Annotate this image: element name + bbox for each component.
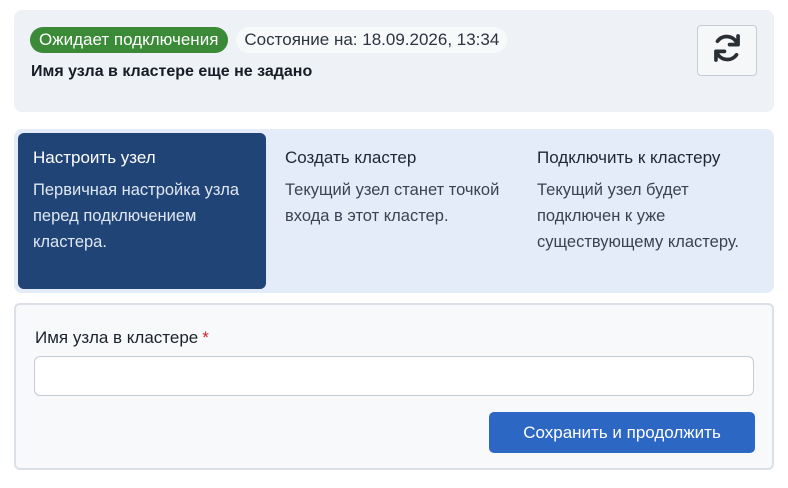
step-title: Настроить узел xyxy=(33,148,156,167)
step-join-cluster[interactable]: Подключить к кластеру Текущий узел будет… xyxy=(522,133,770,289)
status-row: Ожидает подключения Состояние на: 18.09.… xyxy=(30,27,508,53)
status-panel: Ожидает подключения Состояние на: 18.09.… xyxy=(14,10,774,112)
step-description: Текущий узел будет подключен к уже сущес… xyxy=(537,181,740,251)
required-mark: * xyxy=(202,328,209,347)
node-name-note: Имя узла в кластере еще не задано xyxy=(31,63,313,80)
step-description: Первичная настройка узла перед подключен… xyxy=(33,181,240,251)
node-name-input[interactable] xyxy=(34,356,754,396)
node-name-label: Имя узла в кластере * xyxy=(35,328,209,348)
step-title: Подключить к кластеру xyxy=(537,148,721,167)
setup-steps: Настроить узел Первичная настройка узла … xyxy=(14,129,774,293)
save-and-continue-button[interactable]: Сохранить и продолжить xyxy=(489,412,755,453)
status-timestamp: Состояние на: 18.09.2026, 13:34 xyxy=(236,27,508,53)
step-create-cluster[interactable]: Создать кластер Текущий узел станет точк… xyxy=(270,133,518,289)
step-title: Создать кластер xyxy=(285,148,417,167)
step-configure-node[interactable]: Настроить узел Первичная настройка узла … xyxy=(18,133,266,289)
step-description: Текущий узел станет точкой входа в этот … xyxy=(285,181,500,225)
refresh-button[interactable] xyxy=(697,25,757,76)
refresh-icon xyxy=(710,31,744,70)
status-badge: Ожидает подключения xyxy=(30,27,229,53)
node-name-form: Имя узла в кластере * Сохранить и продолж… xyxy=(14,303,774,470)
node-name-label-text: Имя узла в кластере xyxy=(35,328,199,347)
